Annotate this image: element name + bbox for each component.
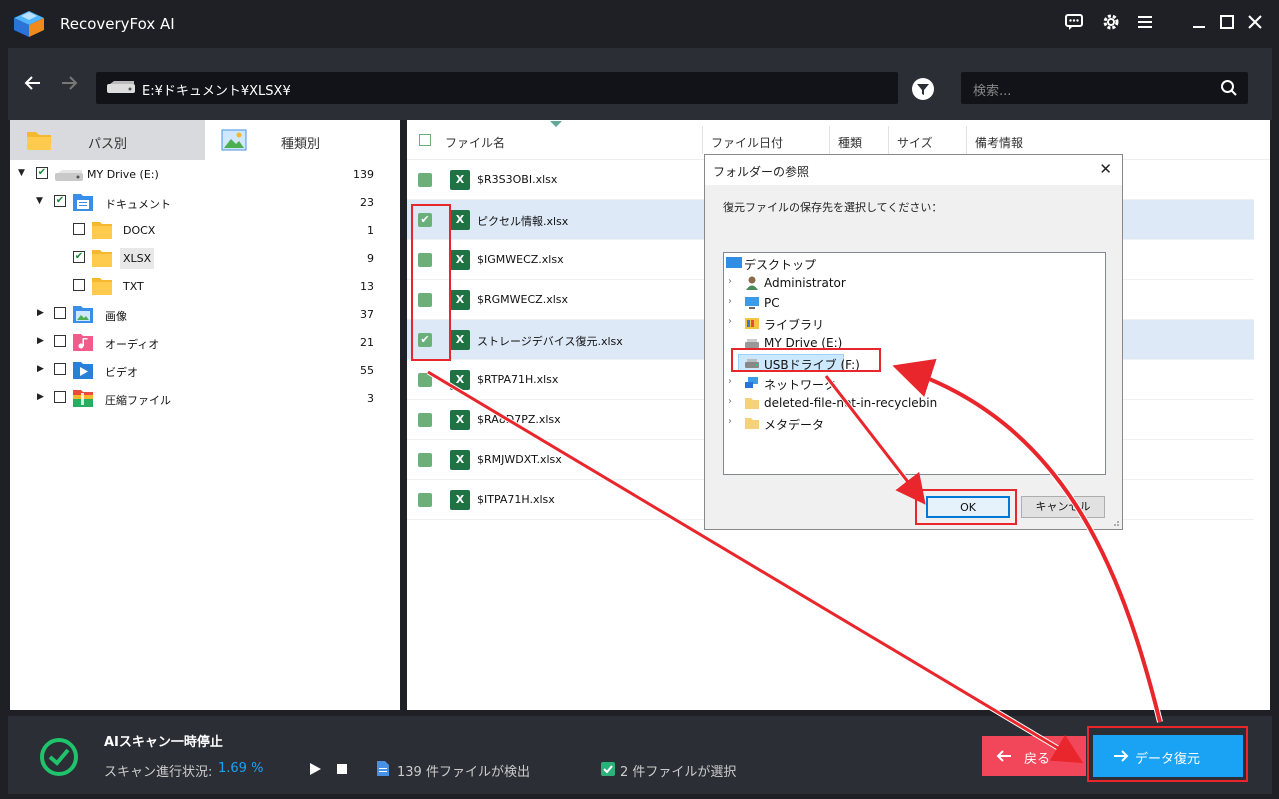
arrow-to-ok bbox=[824, 375, 926, 505]
arrow-to-recover bbox=[427, 370, 1084, 764]
arrow-to-usb-outline bbox=[899, 365, 1163, 723]
annotation-arrows bbox=[426, 358, 1163, 764]
arrow-to-usb bbox=[892, 358, 1162, 723]
